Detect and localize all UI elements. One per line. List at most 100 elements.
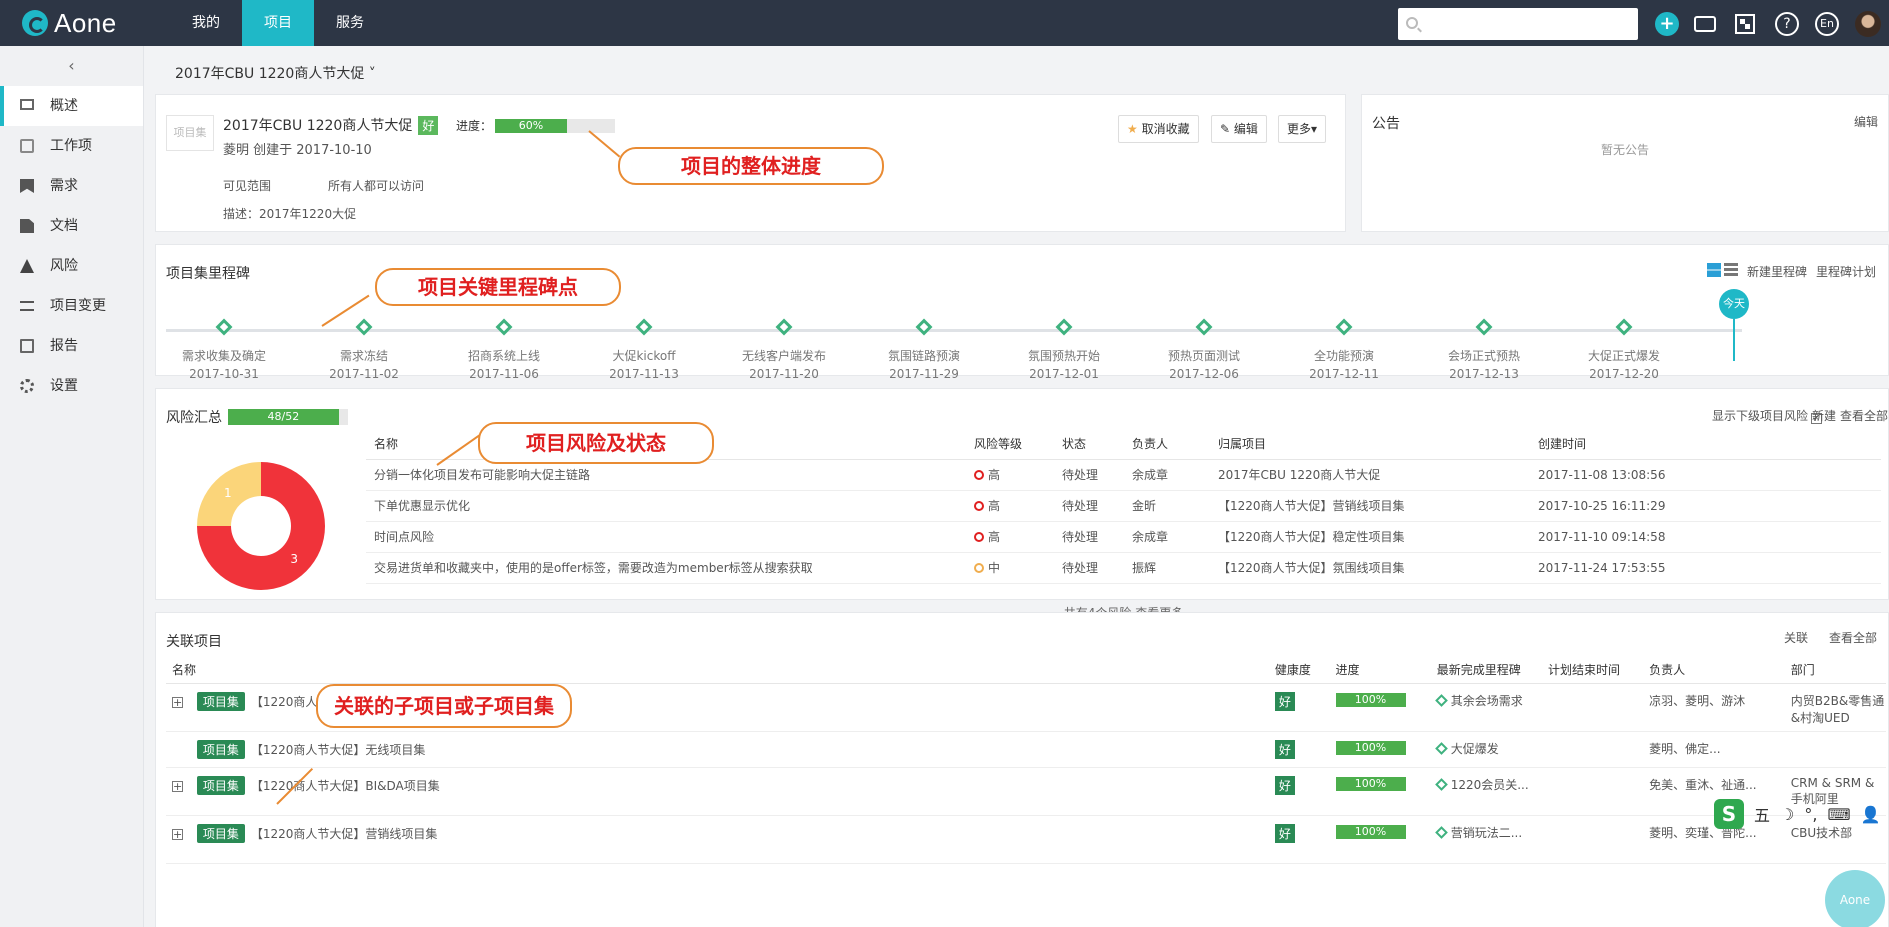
- milestone-done-icon: [1335, 318, 1353, 336]
- expand-icon[interactable]: +: [172, 696, 183, 708]
- new-risk-link[interactable]: 新建: [1812, 407, 1836, 424]
- col-status: 状态: [1054, 429, 1124, 460]
- sidebar-item-label: 需求: [50, 178, 78, 194]
- sidebar-item-changes[interactable]: 项目变更: [0, 286, 143, 326]
- table-row[interactable]: 下单优惠显示优化 高 待处理 金昕 【1220商人节大促】营销线项目集 2017…: [366, 490, 1881, 522]
- milestone-done-icon: [495, 318, 513, 336]
- milestone-node[interactable]: 预热页面测试 2017-12-06: [1134, 318, 1274, 381]
- list-view-icon[interactable]: [1724, 263, 1738, 277]
- notice-edit-link[interactable]: 编辑: [1854, 113, 1878, 130]
- milestone-node[interactable]: 招商系统上线 2017-11-06: [434, 318, 574, 381]
- keyboard-icon[interactable]: ⌨: [1827, 805, 1850, 824]
- add-icon[interactable]: +: [1655, 12, 1679, 36]
- sidebar-item-documents[interactable]: 文档: [0, 206, 143, 246]
- notice-empty: 暂无公告: [1600, 143, 1649, 157]
- nav-services[interactable]: 服务: [314, 0, 386, 46]
- view-all-risks-link[interactable]: 查看全部: [1840, 407, 1888, 424]
- pencil-icon: ✎: [1220, 122, 1231, 136]
- expand-icon[interactable]: +: [172, 828, 183, 840]
- edit-button[interactable]: ✎ 编辑: [1211, 115, 1267, 143]
- risk-project[interactable]: 【1220商人节大促】营销线项目集: [1210, 490, 1530, 522]
- logo[interactable]: Aone: [22, 8, 117, 38]
- milestone-node[interactable]: 大促正式爆发 2017-12-20: [1554, 318, 1694, 381]
- project-set-tag: 项目集: [196, 823, 245, 843]
- table-row[interactable]: + 项目集 【1220商人节大促】BI&DA项目集 好 100% 1220会员关.…: [166, 767, 1886, 815]
- project-thumbnail: 项目集: [166, 115, 214, 151]
- collapse-sidebar-icon[interactable]: ‹: [0, 46, 143, 86]
- project-name-link[interactable]: 【1220商人节大促】无线项目集: [251, 743, 426, 757]
- progress-bar: 100%: [1335, 740, 1406, 755]
- help-icon[interactable]: ?: [1775, 12, 1799, 36]
- milestone-node[interactable]: 需求冻结 2017-11-02: [294, 318, 434, 381]
- risk-donut-chart: 31: [197, 462, 325, 590]
- qrcode-icon[interactable]: [1735, 14, 1755, 34]
- milestone-node[interactable]: 全功能预演 2017-12-11: [1274, 318, 1414, 381]
- milestone-node[interactable]: 氛围预热开始 2017-12-01: [994, 318, 1134, 381]
- project-name-link[interactable]: 【1220商人节大促】BI&DA项目集: [251, 779, 440, 793]
- milestone-date: 2017-11-06: [469, 367, 539, 381]
- global-search[interactable]: [1398, 8, 1638, 40]
- ime-mode[interactable]: 五: [1754, 802, 1770, 826]
- milestone-plan-link[interactable]: 里程碑计划: [1816, 263, 1876, 280]
- grid-view-icon[interactable]: [1707, 263, 1721, 277]
- sidebar-item-overview[interactable]: 概述: [0, 86, 143, 126]
- avatar[interactable]: [1855, 11, 1881, 37]
- milestone-node[interactable]: 无线客户端发布 2017-11-20: [714, 318, 854, 381]
- punctuation-icon[interactable]: °,: [1804, 805, 1817, 824]
- project-name-cell: 项目集 【1220商人节大促】无线项目集: [166, 731, 1269, 767]
- risk-name[interactable]: 时间点风险: [366, 521, 966, 553]
- table-row[interactable]: 时间点风险 高 待处理 余成章 【1220商人节大促】稳定性项目集 2017-1…: [366, 521, 1881, 553]
- sidebar-item-workitems[interactable]: 工作项: [0, 126, 143, 166]
- nav-projects[interactable]: 项目: [242, 0, 314, 46]
- star-icon: ★: [1127, 122, 1138, 136]
- sidebar-item-requirements[interactable]: 需求: [0, 166, 143, 206]
- owners-cell: 菱明、佛定...: [1649, 741, 1721, 756]
- callout-related: 关联的子项目或子项目集: [316, 684, 572, 728]
- risk-name[interactable]: 交易进货单和收藏夹中，使用的是offer标签，需要改造为member标签从搜索获…: [366, 552, 966, 584]
- sidebar-item-settings[interactable]: 设置: [0, 366, 143, 406]
- milestone-date: 2017-12-11: [1309, 367, 1379, 381]
- sidebar-item-reports[interactable]: 报告: [0, 326, 143, 366]
- search-input[interactable]: [1424, 12, 1629, 36]
- milestone-date: 2017-11-20: [749, 367, 819, 381]
- sidebar-item-risks[interactable]: 风险: [0, 246, 143, 286]
- link-project-link[interactable]: 关联: [1784, 629, 1808, 646]
- expand-icon[interactable]: +: [172, 780, 183, 792]
- aone-float-button[interactable]: Aone: [1825, 870, 1885, 927]
- inbox-icon[interactable]: [1694, 16, 1716, 32]
- more-button[interactable]: 更多▾: [1278, 115, 1327, 143]
- user-icon[interactable]: 👤: [1861, 805, 1881, 824]
- health-cell: 好: [1269, 683, 1330, 731]
- moon-icon[interactable]: ☽: [1780, 805, 1794, 824]
- milestone-node[interactable]: 大促kickoff 2017-11-13: [574, 318, 714, 381]
- milestone-node[interactable]: 需求收集及确定 2017-10-31: [154, 318, 294, 381]
- table-row[interactable]: 交易进货单和收藏夹中，使用的是offer标签，需要改造为member标签从搜索获…: [366, 552, 1881, 584]
- risk-level: 高: [966, 521, 1054, 553]
- ime-logo-icon[interactable]: S: [1714, 799, 1744, 829]
- nav-mine[interactable]: 我的: [170, 0, 242, 46]
- project-title-text: 2017年CBU 1220商人节大促: [223, 118, 413, 134]
- dept-cell: [1785, 731, 1886, 767]
- gear-icon: [20, 379, 34, 393]
- show-sub-risks-toggle[interactable]: 显示下级项目风险 ✓: [1712, 407, 1823, 424]
- project-switcher[interactable]: 2017年CBU 1220商人节大促 ˅: [175, 63, 376, 83]
- milestone-node[interactable]: 氛围链路预演 2017-11-29: [854, 318, 994, 381]
- risk-name[interactable]: 下单优惠显示优化: [366, 490, 966, 522]
- milestone-icon: [1434, 693, 1448, 707]
- table-row[interactable]: + 项目集 【1220商人节大促】营销线项目集 好 100% 营销玩法二... 菱…: [166, 815, 1886, 863]
- risk-level-text: 中: [988, 561, 1001, 575]
- milestone-node[interactable]: 会场正式预热 2017-12-13: [1414, 318, 1554, 381]
- language-toggle[interactable]: En: [1815, 12, 1839, 36]
- risk-project[interactable]: 【1220商人节大促】稳定性项目集: [1210, 521, 1530, 553]
- bookmark-icon: [20, 179, 34, 193]
- view-all-related-link[interactable]: 查看全部: [1829, 629, 1877, 646]
- table-row[interactable]: 项目集 【1220商人节大促】无线项目集 好 100% 大促爆发 菱明、佛定...: [166, 731, 1886, 767]
- risk-project[interactable]: 【1220商人节大促】氛围线项目集: [1210, 552, 1530, 584]
- risk-project[interactable]: 2017年CBU 1220商人节大促: [1210, 459, 1530, 491]
- milestone-done-icon: [1055, 318, 1073, 336]
- callout-milestones: 项目关键里程碑点: [375, 268, 621, 306]
- unfavorite-button[interactable]: ★ 取消收藏: [1118, 115, 1199, 143]
- new-milestone-link[interactable]: 新建里程碑: [1747, 263, 1807, 280]
- col-milestone: 最新完成里程碑: [1430, 657, 1542, 684]
- project-name-link[interactable]: 【1220商人节大促】营销线项目集: [251, 827, 438, 841]
